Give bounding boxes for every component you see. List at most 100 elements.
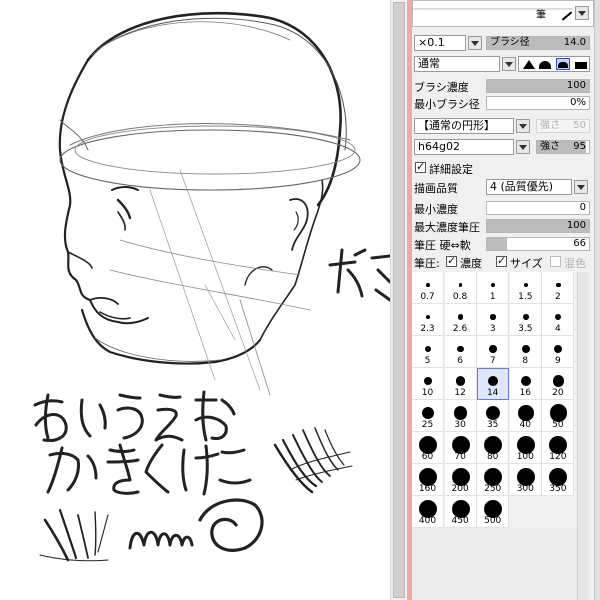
brush-dot-icon (491, 283, 496, 287)
brush-size-cell[interactable]: 10 (412, 368, 444, 400)
brush-density-label: ブラシ濃度 (414, 81, 469, 94)
pressure-size-label: サイズ (510, 257, 543, 270)
texture-strength-slider[interactable]: 強さ 95 (536, 140, 590, 154)
brush-size-label: 200 (451, 484, 469, 494)
brush-dot-icon (555, 314, 562, 320)
shape-select[interactable]: 【通常の円形】 (414, 118, 514, 134)
tip-soft-icon[interactable] (523, 60, 535, 69)
brush-density-value: 100 (566, 80, 586, 91)
brush-grid-scrollbar[interactable] (577, 272, 589, 600)
pressure-hardness-row: 筆圧 硬⇔軟 66 (412, 235, 594, 253)
brush-size-cell[interactable]: 12 (444, 368, 477, 400)
brush-size-cell[interactable]: 35 (477, 400, 510, 432)
min-density-value: 0 (579, 202, 586, 213)
brush-size-cell[interactable]: 70 (444, 432, 477, 464)
tool-preview-divider (413, 9, 573, 10)
brush-size-cell[interactable]: 0.7 (412, 272, 444, 304)
brush-size-cell[interactable]: 300 (509, 464, 542, 496)
brush-size-label: 450 (451, 516, 469, 526)
brush-size-cell[interactable]: 6 (444, 336, 477, 368)
tip-shape-selector (518, 56, 590, 72)
brush-size-cell[interactable]: 200 (444, 464, 477, 496)
brush-size-label: 4 (555, 324, 561, 334)
blend-mode-dropdown-button[interactable] (502, 57, 516, 71)
tip-medium-icon[interactable] (539, 61, 551, 69)
shape-strength-slider[interactable]: 強さ 50 (536, 119, 590, 133)
brush-size-cell[interactable]: 2 (542, 272, 575, 304)
brush-size-cell[interactable]: 5 (412, 336, 444, 368)
texture-row: h64g02 強さ 95 (412, 138, 594, 156)
tool-preview-grid (413, 1, 573, 9)
brush-size-cell[interactable]: 450 (444, 496, 477, 528)
brush-size-cell[interactable]: 4 (542, 304, 575, 336)
pressure-hardness-slider[interactable]: 66 (486, 237, 590, 251)
pressure-density-checkbox[interactable] (446, 254, 457, 267)
brush-size-cell[interactable]: 20 (542, 368, 575, 400)
brush-size-cell[interactable]: 3.5 (509, 304, 542, 336)
pressure-blend-label: 混色 (564, 257, 586, 270)
brush-dot-icon (457, 345, 465, 353)
scale-select[interactable]: ×0.1 (414, 35, 466, 51)
brush-size-cell[interactable]: 14 (477, 368, 510, 400)
brush-size-cell[interactable]: 25 (412, 400, 444, 432)
pressure-size-checkbox[interactable] (496, 254, 507, 267)
brush-size-label: 2.3 (420, 324, 435, 334)
brush-size-cell[interactable]: 1.5 (509, 272, 542, 304)
min-size-slider[interactable]: 0% (486, 96, 590, 110)
canvas-vertical-scrollbar[interactable] (390, 0, 407, 600)
brush-size-cell[interactable]: 9 (542, 336, 575, 368)
min-density-slider[interactable]: 0 (486, 201, 590, 215)
advanced-label: 詳細設定 (429, 163, 473, 176)
advanced-checkbox[interactable] (415, 160, 426, 173)
shape-dropdown-button[interactable] (516, 119, 530, 133)
brush-dot-icon (423, 376, 433, 386)
brush-dot-icon (426, 283, 430, 287)
scrollbar-thumb[interactable] (393, 2, 405, 598)
tip-flat-icon[interactable] (575, 62, 587, 69)
brush-dot-icon (549, 404, 567, 422)
brush-size-cell[interactable]: 50 (542, 400, 575, 432)
brush-size-cell[interactable]: 160 (412, 464, 444, 496)
brush-size-cell[interactable]: 1 (477, 272, 510, 304)
brush-size-cell[interactable]: 80 (477, 432, 510, 464)
brush-size-cell[interactable]: 2.6 (444, 304, 477, 336)
sketch-drawing (33, 11, 390, 562)
brush-size-cell[interactable]: 2.3 (412, 304, 444, 336)
brush-size-cell[interactable]: 350 (542, 464, 575, 496)
brush-size-cell[interactable]: 100 (509, 432, 542, 464)
tip-hard-icon[interactable] (556, 58, 570, 70)
brush-size-label: 8 (522, 356, 529, 366)
brush-size-cell[interactable]: 7 (477, 336, 510, 368)
min-size-row: 最小ブラシ径 0% (412, 94, 594, 112)
brush-size-grid: 0.7 0.8 1 1.5 2 2.3 2.6 3 3.5 4 5 6 7 8 9 10 12 14 16 20 25 3… (412, 272, 575, 528)
brush-size-cell[interactable]: 0.8 (444, 272, 477, 304)
blend-mode-select[interactable]: 通常 (414, 56, 500, 72)
brush-size-cell[interactable]: 40 (509, 400, 542, 432)
texture-dropdown-button[interactable] (516, 140, 530, 154)
brush-size-cell[interactable]: 500 (477, 496, 510, 528)
brush-size-cell[interactable]: 60 (412, 432, 444, 464)
shape-row: 【通常の円形】 強さ 50 (412, 117, 594, 135)
brush-size-cell[interactable]: 30 (444, 400, 477, 432)
brush-size-cell[interactable]: 400 (412, 496, 444, 528)
min-density-row: 最小濃度 0 (412, 199, 594, 217)
quality-select[interactable]: 4 (品質優先) (486, 179, 572, 195)
shape-strength-label: 強さ (540, 120, 560, 131)
drawing-canvas[interactable] (0, 0, 390, 600)
brush-size-label: 250 (484, 484, 502, 494)
brush-size-slider[interactable]: ブラシ径 14.0 (486, 36, 590, 50)
tool-preview-box: 筆 (412, 0, 594, 27)
brush-density-slider[interactable]: 100 (486, 79, 590, 93)
scale-dropdown-button[interactable] (468, 36, 482, 50)
brush-size-cell[interactable]: 3 (477, 304, 510, 336)
max-pressure-slider[interactable]: 100 (486, 219, 590, 233)
brush-size-cell[interactable]: 8 (509, 336, 542, 368)
tool-dropdown-button[interactable] (575, 6, 589, 20)
brush-size-cell[interactable]: 250 (477, 464, 510, 496)
brush-size-cell[interactable]: 120 (542, 432, 575, 464)
brush-size-label: 1 (489, 292, 496, 302)
quality-dropdown-button[interactable] (574, 180, 588, 194)
brush-size-cell[interactable]: 16 (509, 368, 542, 400)
texture-select[interactable]: h64g02 (414, 139, 514, 155)
pressure-blend-checkbox[interactable] (550, 256, 561, 267)
